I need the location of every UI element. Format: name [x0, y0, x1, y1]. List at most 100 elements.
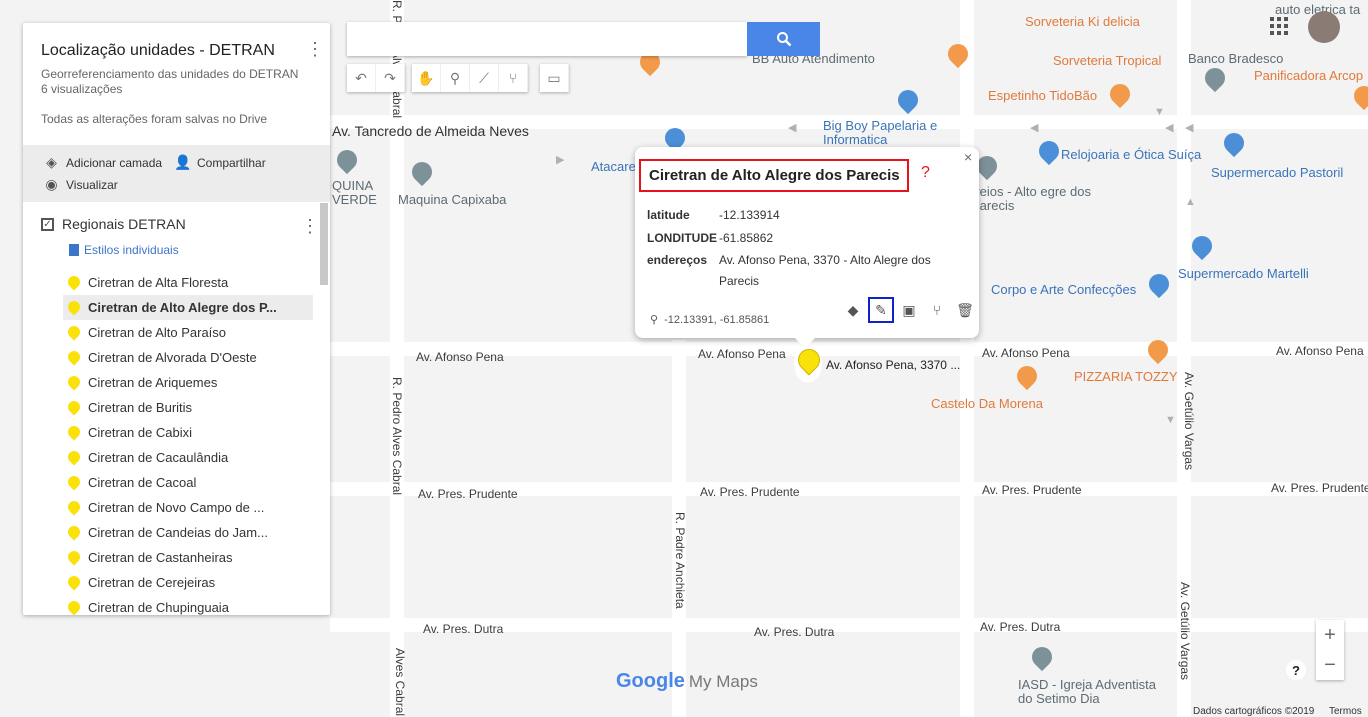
shopping-cart-icon[interactable]: [1219, 128, 1249, 158]
location-item[interactable]: Ciretran de Chupinguaia: [63, 595, 313, 615]
church-icon[interactable]: [1027, 642, 1057, 672]
add-layer-button[interactable]: ◈ Adicionar camada: [43, 154, 162, 171]
ruler-icon[interactable]: ▭: [540, 64, 569, 92]
layer-header[interactable]: ✓ Regionais DETRAN: [41, 216, 186, 232]
poi-label[interactable]: IASD - Igreja Adventista do Setimo Dia: [1018, 678, 1168, 706]
bakery-icon[interactable]: [1349, 81, 1368, 111]
trash-icon[interactable]: 🗑: [952, 297, 978, 323]
paint-bucket-icon[interactable]: ◆: [840, 297, 866, 323]
location-item[interactable]: Ciretran de Alto Paraíso: [63, 320, 313, 345]
share-label: Compartilhar: [197, 155, 266, 170]
close-icon[interactable]: ×: [964, 149, 972, 165]
apps-grid-icon[interactable]: [1270, 17, 1288, 35]
street-label: Av. Afonso Pena: [982, 346, 1070, 360]
search-icon: [776, 32, 791, 47]
restaurant-icon[interactable]: [1143, 335, 1173, 365]
coordinates-value: -12.13391, -61.85861: [664, 313, 770, 326]
shopping-icon[interactable]: [893, 85, 923, 115]
address-label: endereços: [647, 253, 708, 267]
yellow-pin-icon: [68, 526, 80, 540]
layers-icon: ◈: [46, 154, 57, 170]
poi-label[interactable]: Panificadora Arcop: [1254, 68, 1363, 83]
scrollbar[interactable]: [320, 203, 328, 285]
search-input[interactable]: [347, 22, 747, 56]
location-item[interactable]: Ciretran de Alta Floresta: [63, 270, 313, 295]
restaurant-icon[interactable]: [1105, 79, 1135, 109]
location-item[interactable]: Ciretran de Cabixi: [63, 420, 313, 445]
shopping-cart-icon[interactable]: [1187, 231, 1217, 261]
poi-label[interactable]: Atacare: [591, 159, 636, 174]
location-label: Ciretran de Chupinguaia: [88, 600, 229, 615]
avatar[interactable]: [1308, 11, 1340, 43]
poi-label[interactable]: Sorveteria Tropical: [1053, 53, 1161, 68]
info-title[interactable]: Ciretran de Alto Alegre dos Parecis: [639, 159, 909, 192]
location-item[interactable]: Ciretran de Novo Campo de ...: [63, 495, 313, 520]
draw-line-icon[interactable]: ⟋: [470, 64, 499, 92]
shopping-icon[interactable]: [1034, 136, 1064, 166]
poi-label[interactable]: Corpo e Arte Confecções: [991, 282, 1136, 297]
map-description[interactable]: Georreferenciamento das unidades do DETR…: [41, 67, 298, 81]
poi-label[interactable]: Sorveteria Ki delicia: [1025, 14, 1140, 29]
place-icon[interactable]: [332, 145, 362, 175]
street-label: Av. Pres. Dutra: [754, 625, 835, 639]
redo-icon[interactable]: ↷: [376, 64, 405, 92]
longitude-value: -61.85862: [719, 231, 774, 245]
poi-label[interactable]: rreios - Alto egre dos Parecis: [971, 185, 1091, 213]
help-icon[interactable]: ?: [921, 164, 930, 182]
place-icon[interactable]: [407, 157, 437, 187]
location-item[interactable]: Ciretran de Cacoal: [63, 470, 313, 495]
shopping-icon[interactable]: [1144, 269, 1174, 299]
search-button[interactable]: [747, 22, 820, 56]
poi-label[interactable]: Supermercado Martelli: [1178, 266, 1309, 281]
share-button[interactable]: 👤 Compartilhar: [174, 154, 266, 171]
street-label: Av. Getúlio Vargas: [1178, 582, 1192, 681]
location-item[interactable]: Ciretran de Ariquemes: [63, 370, 313, 395]
poi-label[interactable]: Espetinho TidoBão: [988, 88, 1097, 103]
map-options-icon[interactable]: ⋮: [306, 40, 324, 58]
zoom-in-button[interactable]: +: [1316, 620, 1344, 650]
location-label: Ciretran de Ariquemes: [88, 375, 218, 390]
location-item[interactable]: Ciretran de Alto Alegre dos P...: [63, 295, 313, 320]
yellow-pin-icon: [68, 476, 80, 490]
undo-icon[interactable]: ↶: [347, 64, 376, 92]
layer-checkbox[interactable]: ✓: [41, 217, 54, 231]
layer-name[interactable]: Regionais DETRAN: [62, 216, 186, 232]
location-item[interactable]: Ciretran de Cacaulândia: [63, 445, 313, 470]
poi-label[interactable]: Relojoaria e Ótica Suíça: [1061, 147, 1201, 162]
poi-label[interactable]: Castelo Da Morena: [931, 396, 1043, 411]
directions-icon[interactable]: ⑂: [499, 64, 528, 92]
help-button[interactable]: ?: [1286, 660, 1306, 680]
individual-styles-link[interactable]: Estilos individuais: [69, 243, 179, 257]
camera-icon[interactable]: ▣: [896, 297, 922, 323]
location-item[interactable]: Ciretran de Cerejeiras: [63, 570, 313, 595]
edit-pencil-icon[interactable]: ✎: [868, 297, 894, 323]
longitude-label: LONDITUDE: [647, 231, 717, 245]
yellow-pin-icon: [68, 551, 80, 565]
directions-icon[interactable]: ⑂: [924, 297, 950, 323]
hand-icon[interactable]: ✋: [412, 64, 441, 92]
layer-options-icon[interactable]: ⋮: [301, 217, 319, 235]
location-item[interactable]: Ciretran de Alvorada D'Oeste: [63, 345, 313, 370]
cafe-icon[interactable]: [1012, 361, 1042, 391]
location-label: Ciretran de Castanheiras: [88, 550, 233, 565]
latitude-row: latitude -12.133914: [647, 208, 964, 222]
google-logo: Google: [616, 670, 685, 692]
poi-label[interactable]: Banco Bradesco: [1188, 51, 1283, 66]
poi-label[interactable]: Supermercado Pastoril: [1211, 165, 1343, 180]
street-label: R. Pedro Alves Cabral: [390, 377, 404, 496]
bank-icon[interactable]: [1200, 63, 1230, 93]
poi-label[interactable]: Maquina Capixaba: [398, 192, 506, 207]
location-item[interactable]: Ciretran de Buritis: [63, 395, 313, 420]
location-pin-icon[interactable]: [794, 345, 822, 383]
preview-button[interactable]: ◉ Visualizar: [43, 176, 117, 193]
longitude-row: LONDITUDE -61.85862: [647, 231, 964, 245]
map-title[interactable]: Localização unidades - DETRAN: [41, 42, 275, 60]
poi-label[interactable]: PIZZARIA TOZZY: [1074, 369, 1178, 384]
location-item[interactable]: Ciretran de Candeias do Jam...: [63, 520, 313, 545]
add-marker-icon[interactable]: ⚲: [441, 64, 470, 92]
terms-link[interactable]: Termos: [1329, 706, 1362, 717]
poi-label[interactable]: Big Boy Papelaria e Informatica: [823, 119, 943, 147]
location-item[interactable]: Ciretran de Castanheiras: [63, 545, 313, 570]
poi-label[interactable]: QUINA VERDE: [332, 179, 377, 207]
zoom-out-button[interactable]: −: [1316, 650, 1344, 680]
